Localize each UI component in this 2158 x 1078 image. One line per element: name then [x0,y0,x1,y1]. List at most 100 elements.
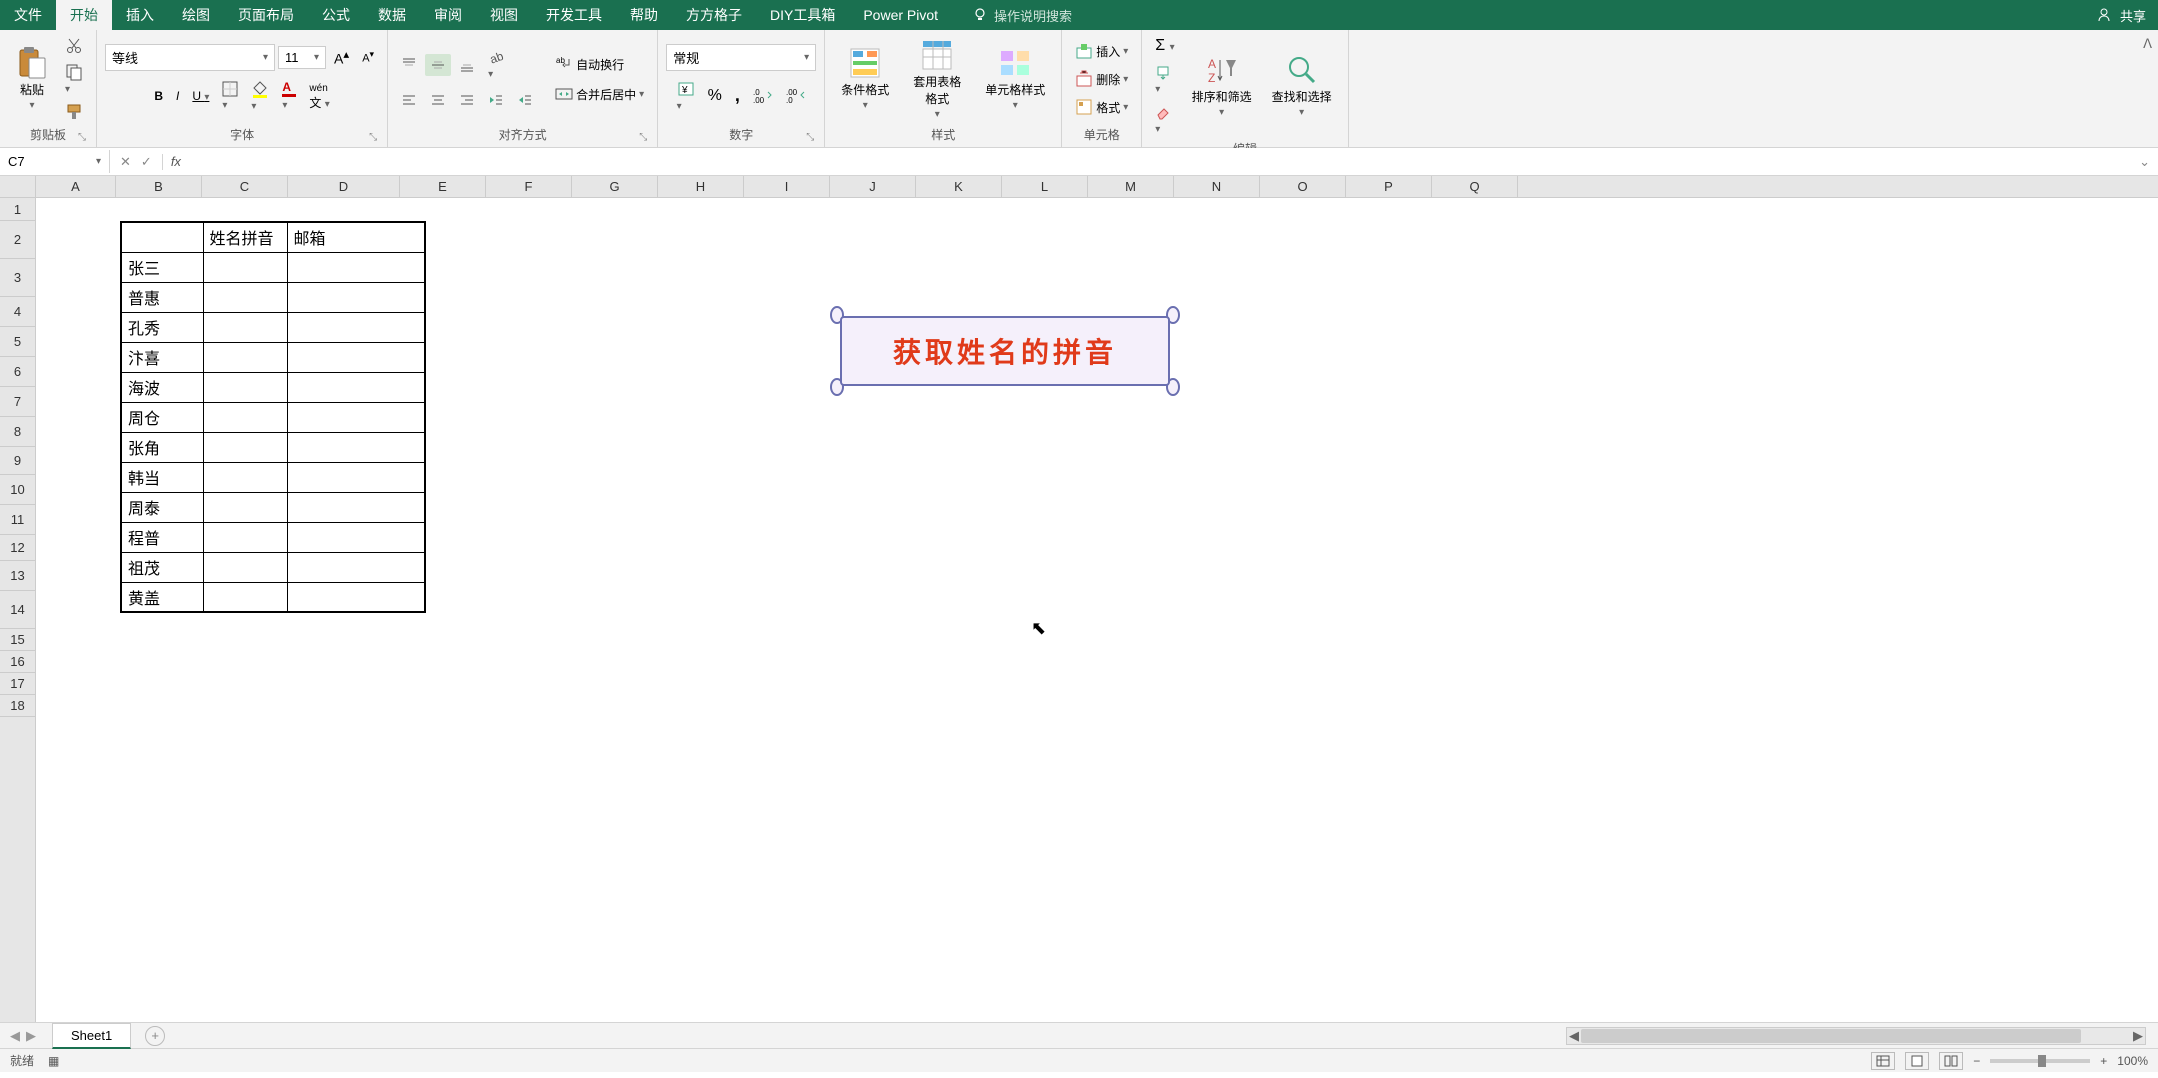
header-empty[interactable] [121,222,203,252]
insert-cells-button[interactable]: 插入 ▾ [1070,39,1133,63]
scroll-left-button[interactable]: ◀ [1567,1028,1581,1044]
decrease-font-button[interactable]: A▾ [357,46,379,68]
format-table-button[interactable]: 套用表格格式▾ [901,35,973,124]
row-header[interactable]: 8 [0,417,35,447]
table-cell[interactable] [203,552,287,582]
cell-styles-button[interactable]: 单元格样式▾ [977,43,1053,115]
tab-file[interactable]: 文件 [0,0,56,31]
decrease-decimal-button[interactable]: .00.0 [781,84,811,108]
table-cell[interactable]: 普惠 [121,282,203,312]
table-cell[interactable] [203,432,287,462]
column-header[interactable]: D [288,176,400,197]
alignment-launcher[interactable]: ⤡ [639,132,647,143]
table-cell[interactable]: 程普 [121,522,203,552]
column-header[interactable]: M [1088,176,1174,197]
tab-review[interactable]: 审阅 [420,0,476,31]
clear-button[interactable]: ▾ [1150,102,1179,138]
format-cells-button[interactable]: 格式 ▾ [1070,95,1133,119]
column-header[interactable]: N [1174,176,1260,197]
align-left-button[interactable] [396,89,422,111]
zoom-out-button[interactable]: − [1973,1054,1980,1068]
expand-formula-button[interactable]: ⌄ [2131,154,2158,170]
row-header[interactable]: 9 [0,447,35,475]
borders-button[interactable]: ▾ [217,78,243,114]
formula-input[interactable] [189,150,2131,173]
accept-formula-button[interactable]: ✓ [141,154,152,170]
phonetic-button[interactable]: wén文 ▾ [304,77,334,114]
table-cell[interactable] [287,342,425,372]
header-email[interactable]: 邮箱 [287,222,425,252]
currency-button[interactable]: ¥ ▾ [672,77,700,115]
number-launcher[interactable]: ⤡ [806,132,814,143]
column-header[interactable]: G [572,176,658,197]
copy-button[interactable]: ▾ [60,60,88,98]
align-center-button[interactable] [425,89,451,111]
increase-decimal-button[interactable]: .0.00 [748,84,778,108]
table-cell[interactable]: 黄盖 [121,582,203,612]
header-pinyin[interactable]: 姓名拼音 [203,222,287,252]
table-cell[interactable] [287,582,425,612]
increase-indent-button[interactable] [512,89,538,111]
add-sheet-button[interactable]: + [145,1026,165,1046]
cut-button[interactable] [60,34,88,58]
orientation-button[interactable]: ab ▾ [483,47,509,83]
table-cell[interactable] [203,372,287,402]
table-cell[interactable] [287,552,425,582]
table-cell[interactable] [287,432,425,462]
table-cell[interactable] [203,342,287,372]
scroll-right-button[interactable]: ▶ [2131,1028,2145,1044]
underline-button[interactable]: U ▾ [187,86,214,106]
font-launcher[interactable]: ⤡ [369,132,377,143]
font-size-combo[interactable]: 11▾ [278,46,326,69]
table-cell[interactable]: 韩当 [121,462,203,492]
collapse-ribbon-button[interactable]: ᐱ [2143,36,2152,52]
column-header[interactable]: P [1346,176,1432,197]
fill-color-button[interactable]: ▾ [246,77,274,115]
table-cell[interactable] [203,522,287,552]
comma-button[interactable]: , [730,82,745,109]
format-painter-button[interactable] [60,100,88,124]
tab-fangfang[interactable]: 方方格子 [672,0,756,31]
zoom-in-button[interactable]: + [2100,1054,2107,1068]
table-cell[interactable] [203,492,287,522]
tab-home[interactable]: 开始 [56,0,112,31]
row-header[interactable]: 2 [0,221,35,259]
align-bottom-button[interactable] [454,54,480,76]
tab-diy[interactable]: DIY工具箱 [756,0,849,31]
table-cell[interactable] [203,462,287,492]
table-cell[interactable] [287,282,425,312]
cells-area[interactable]: 姓名拼音 邮箱 张三普惠孔秀汴喜海波周仓张角韩当周泰程普祖茂黄盖 获取姓名的拼音… [36,198,2158,1022]
table-cell[interactable] [287,312,425,342]
table-cell[interactable] [203,312,287,342]
delete-cells-button[interactable]: 删除 ▾ [1070,67,1133,91]
tab-powerpivot[interactable]: Power Pivot [849,1,952,29]
table-cell[interactable]: 海波 [121,372,203,402]
table-cell[interactable] [203,402,287,432]
row-header[interactable]: 18 [0,695,35,717]
autosum-button[interactable]: Σ ▾ [1150,34,1179,58]
conditional-format-button[interactable]: 条件格式▾ [833,43,897,115]
increase-font-button[interactable]: A▴ [329,44,354,70]
cancel-formula-button[interactable]: ✕ [120,154,131,170]
row-header[interactable]: 7 [0,387,35,417]
tell-me-search[interactable]: 操作说明搜索 [972,6,1072,25]
table-cell[interactable]: 孔秀 [121,312,203,342]
zoom-level[interactable]: 100% [2117,1054,2148,1068]
table-cell[interactable] [203,282,287,312]
table-cell[interactable] [287,252,425,282]
paste-button[interactable]: 粘贴 ▾ [8,43,56,115]
column-header[interactable]: F [486,176,572,197]
merge-center-button[interactable]: 合并后居中 ▾ [550,82,649,106]
align-top-button[interactable] [396,54,422,76]
fx-icon[interactable]: fx [163,154,189,169]
column-header[interactable]: O [1260,176,1346,197]
percent-button[interactable]: % [703,84,727,108]
row-header[interactable]: 3 [0,259,35,297]
table-cell[interactable]: 汴喜 [121,342,203,372]
table-cell[interactable]: 周泰 [121,492,203,522]
fill-button[interactable]: ▾ [1150,62,1179,98]
table-cell[interactable] [287,372,425,402]
sort-filter-button[interactable]: AZ 排序和筛选▾ [1184,50,1260,122]
tab-data[interactable]: 数据 [364,0,420,31]
column-header[interactable]: H [658,176,744,197]
